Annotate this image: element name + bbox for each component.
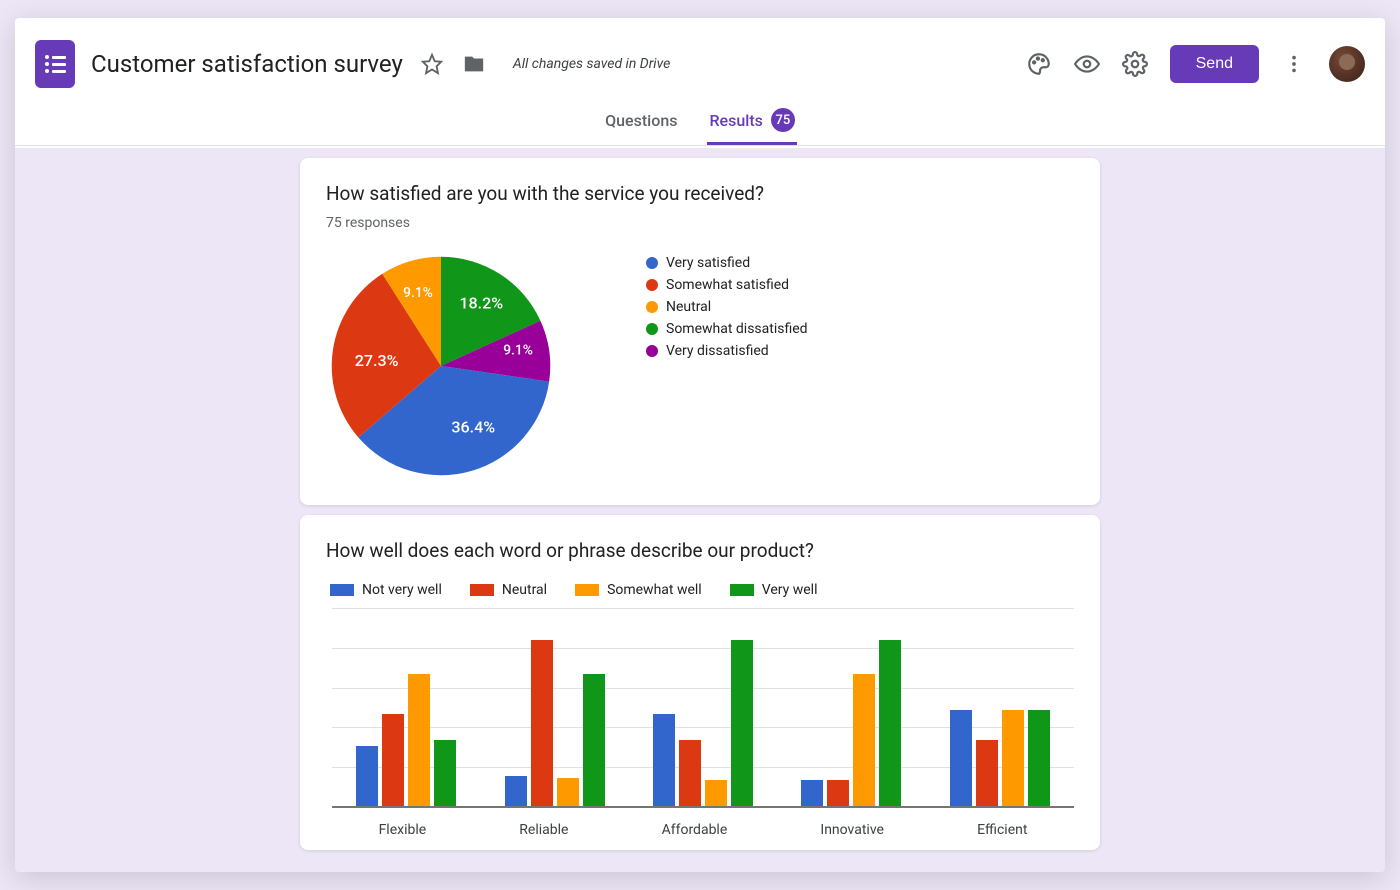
bar-legend-neutral: Neutral xyxy=(470,582,547,598)
bar-group xyxy=(653,608,753,808)
bar xyxy=(801,780,823,808)
legend-somewhat-satisfied: Somewhat satisfied xyxy=(646,277,808,293)
send-button[interactable]: Send xyxy=(1170,45,1259,83)
bar-category-label: Reliable xyxy=(519,822,568,838)
header: Customer satisfaction survey All changes… xyxy=(15,18,1385,148)
bar-group xyxy=(505,608,605,808)
bar-axis xyxy=(332,806,1074,808)
pie-chart-card: How satisfied are you with the service y… xyxy=(300,158,1100,505)
bar xyxy=(531,640,553,808)
theme-icon[interactable] xyxy=(1026,51,1052,77)
bar xyxy=(976,740,998,808)
legend-neutral: Neutral xyxy=(646,299,808,315)
app-window: Customer satisfaction survey All changes… xyxy=(15,18,1385,872)
bar xyxy=(705,780,727,808)
preview-icon[interactable] xyxy=(1074,51,1100,77)
tab-questions[interactable]: Questions xyxy=(603,101,679,143)
bar xyxy=(950,710,972,808)
bar-category-label: Affordable xyxy=(662,822,728,838)
bar xyxy=(583,674,605,808)
bar xyxy=(731,640,753,808)
pie-legend: Very satisfied Somewhat satisfied Neutra… xyxy=(646,251,808,359)
bar-legend: Not very well Neutral Somewhat well Very… xyxy=(330,582,1074,598)
bar-legend-not-very-well: Not very well xyxy=(330,582,442,598)
bar xyxy=(653,714,675,808)
bar-group xyxy=(801,608,901,808)
bar-groups xyxy=(332,608,1074,808)
bar xyxy=(853,674,875,808)
document-title[interactable]: Customer satisfaction survey xyxy=(91,50,403,78)
bar xyxy=(827,780,849,808)
bar xyxy=(1028,710,1050,808)
toolbar: Customer satisfaction survey All changes… xyxy=(15,18,1385,98)
bar xyxy=(879,640,901,808)
pie-label-purple: 9.1% xyxy=(503,343,533,359)
bar xyxy=(1002,710,1024,808)
bar-legend-very-well: Very well xyxy=(730,582,818,598)
bar xyxy=(356,746,378,808)
forms-logo-icon[interactable] xyxy=(35,40,75,88)
bar xyxy=(505,776,527,808)
bar xyxy=(434,740,456,808)
pie-label-blue: 36.4% xyxy=(451,418,495,437)
bar xyxy=(382,714,404,808)
tab-bar: Questions Results 75 xyxy=(15,98,1385,146)
main-content: How satisfied are you with the service y… xyxy=(15,148,1385,850)
bar xyxy=(557,778,579,808)
legend-very-dissatisfied: Very dissatisfied xyxy=(646,343,808,359)
bar-category-label: Efficient xyxy=(977,822,1027,838)
bar-group xyxy=(356,608,456,808)
tab-results-label: Results xyxy=(709,111,762,130)
pie-label-red: 27.3% xyxy=(355,351,399,370)
bar-labels: Flexible Reliable Affordable Innovative Effi… xyxy=(332,822,1074,838)
bar-category-label: Innovative xyxy=(820,822,884,838)
bar-category-label: Flexible xyxy=(379,822,427,838)
question-title-2: How well does each word or phrase descri… xyxy=(326,539,1074,562)
pie-label-orange: 9.1% xyxy=(403,285,433,301)
save-status: All changes saved in Drive xyxy=(513,56,670,72)
folder-icon[interactable] xyxy=(461,51,487,77)
bar-chart: Flexible Reliable Affordable Innovative Effi… xyxy=(326,608,1074,838)
more-icon[interactable] xyxy=(1281,51,1307,77)
user-avatar[interactable] xyxy=(1329,46,1365,82)
tab-results[interactable]: Results 75 xyxy=(707,98,796,145)
legend-very-satisfied: Very satisfied xyxy=(646,255,808,271)
results-count-badge: 75 xyxy=(771,108,795,132)
pie-chart: 18.2% 9.1% 36.4% 27.3% 9.1% xyxy=(326,251,556,481)
legend-somewhat-dissatisfied: Somewhat dissatisfied xyxy=(646,321,808,337)
bar-group xyxy=(950,608,1050,808)
responses-count: 75 responses xyxy=(326,215,1074,231)
bar-legend-somewhat-well: Somewhat well xyxy=(575,582,702,598)
star-icon[interactable] xyxy=(419,51,445,77)
bar xyxy=(408,674,430,808)
question-title: How satisfied are you with the service y… xyxy=(326,182,1074,205)
bar-chart-card: How well does each word or phrase descri… xyxy=(300,515,1100,850)
bar xyxy=(679,740,701,808)
pie-label-green: 18.2% xyxy=(459,294,503,313)
settings-icon[interactable] xyxy=(1122,51,1148,77)
